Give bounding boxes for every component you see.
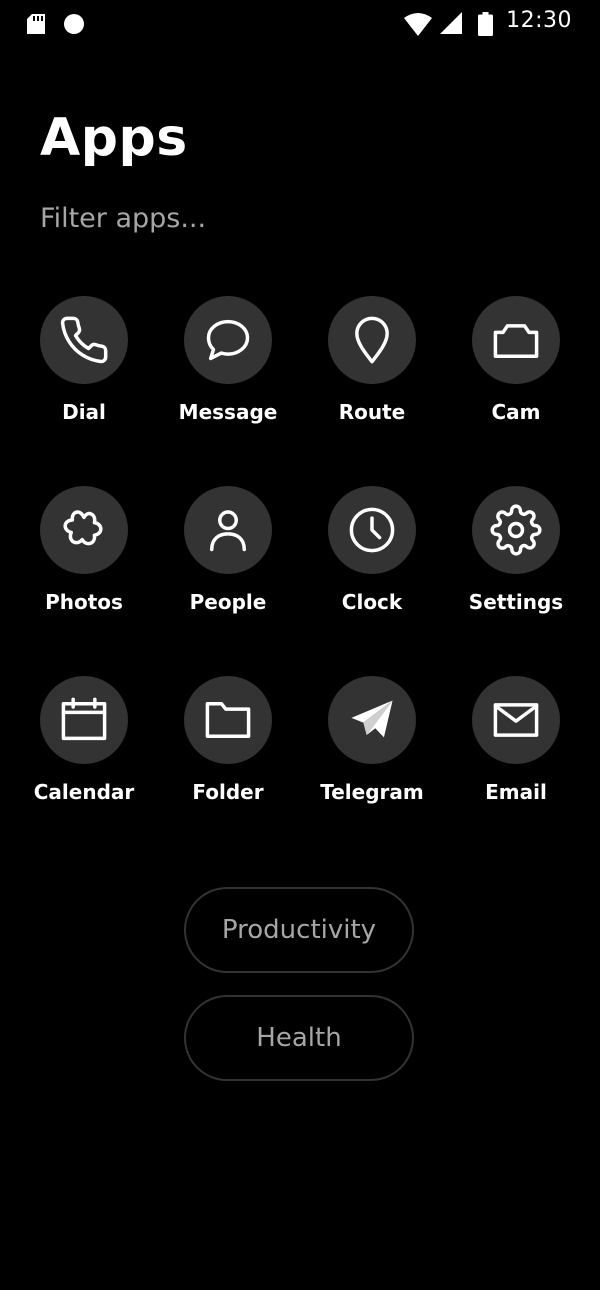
app-tile-message[interactable]: Message bbox=[156, 296, 300, 486]
app-tile-clock[interactable]: Clock bbox=[300, 486, 444, 676]
app-grid: Dial Message Route Cam Photos People Clo… bbox=[12, 296, 588, 866]
app-label: Email bbox=[485, 780, 547, 804]
sd-card-icon bbox=[27, 14, 45, 34]
app-label: Message bbox=[178, 400, 278, 424]
page-title: Apps bbox=[40, 108, 188, 168]
app-label: Cam bbox=[491, 400, 541, 424]
status-time: 12:30 bbox=[506, 8, 572, 33]
app-tile-telegram[interactable]: Telegram bbox=[300, 676, 444, 866]
status-bar: 12:30 bbox=[0, 0, 600, 48]
app-icon-circle bbox=[328, 486, 416, 574]
app-label: Route bbox=[338, 400, 406, 424]
app-icon-circle bbox=[472, 676, 560, 764]
app-label: Folder bbox=[192, 780, 264, 804]
app-icon-circle bbox=[184, 486, 272, 574]
telegram-paper-plane-icon bbox=[351, 700, 393, 738]
battery-icon bbox=[478, 12, 493, 36]
phone-icon bbox=[60, 316, 108, 364]
app-label: Settings bbox=[468, 590, 564, 614]
app-icon-circle bbox=[40, 486, 128, 574]
app-label: People bbox=[189, 590, 267, 614]
message-bubble-icon bbox=[206, 319, 250, 361]
app-tile-settings[interactable]: Settings bbox=[444, 486, 588, 676]
person-icon bbox=[210, 510, 246, 552]
app-tile-photos[interactable]: Photos bbox=[12, 486, 156, 676]
app-label: Dial bbox=[62, 400, 106, 424]
app-icon-circle bbox=[328, 676, 416, 764]
clock-icon bbox=[349, 507, 395, 553]
app-label: Photos bbox=[45, 590, 123, 614]
map-pin-icon bbox=[355, 316, 389, 364]
app-label: Calendar bbox=[33, 780, 135, 804]
app-tile-folder[interactable]: Folder bbox=[156, 676, 300, 866]
cellular-signal-icon bbox=[440, 12, 462, 34]
category-productivity-button[interactable]: Productivity bbox=[184, 887, 414, 973]
app-icon-circle bbox=[328, 296, 416, 384]
app-icon-circle bbox=[184, 296, 272, 384]
flower-icon bbox=[63, 510, 103, 546]
dot-notification-icon bbox=[64, 14, 84, 34]
gear-icon bbox=[490, 504, 542, 556]
camera-icon bbox=[493, 324, 539, 358]
category-health-button[interactable]: Health bbox=[184, 995, 414, 1081]
app-icon-circle bbox=[40, 296, 128, 384]
wifi-icon bbox=[404, 13, 432, 36]
app-tile-people[interactable]: People bbox=[156, 486, 300, 676]
calendar-icon bbox=[61, 697, 107, 741]
app-label: Telegram bbox=[320, 780, 424, 804]
app-icon-circle bbox=[184, 676, 272, 764]
app-icon-circle bbox=[40, 676, 128, 764]
filter-apps-input[interactable] bbox=[40, 196, 560, 240]
envelope-icon bbox=[493, 703, 539, 737]
app-icon-circle bbox=[472, 296, 560, 384]
app-label: Clock bbox=[341, 590, 403, 614]
app-tile-dial[interactable]: Dial bbox=[12, 296, 156, 486]
folder-icon bbox=[205, 702, 251, 738]
app-tile-cam[interactable]: Cam bbox=[444, 296, 588, 486]
app-tile-calendar[interactable]: Calendar bbox=[12, 676, 156, 866]
app-tile-email[interactable]: Email bbox=[444, 676, 588, 866]
app-icon-circle bbox=[472, 486, 560, 574]
app-tile-route[interactable]: Route bbox=[300, 296, 444, 486]
